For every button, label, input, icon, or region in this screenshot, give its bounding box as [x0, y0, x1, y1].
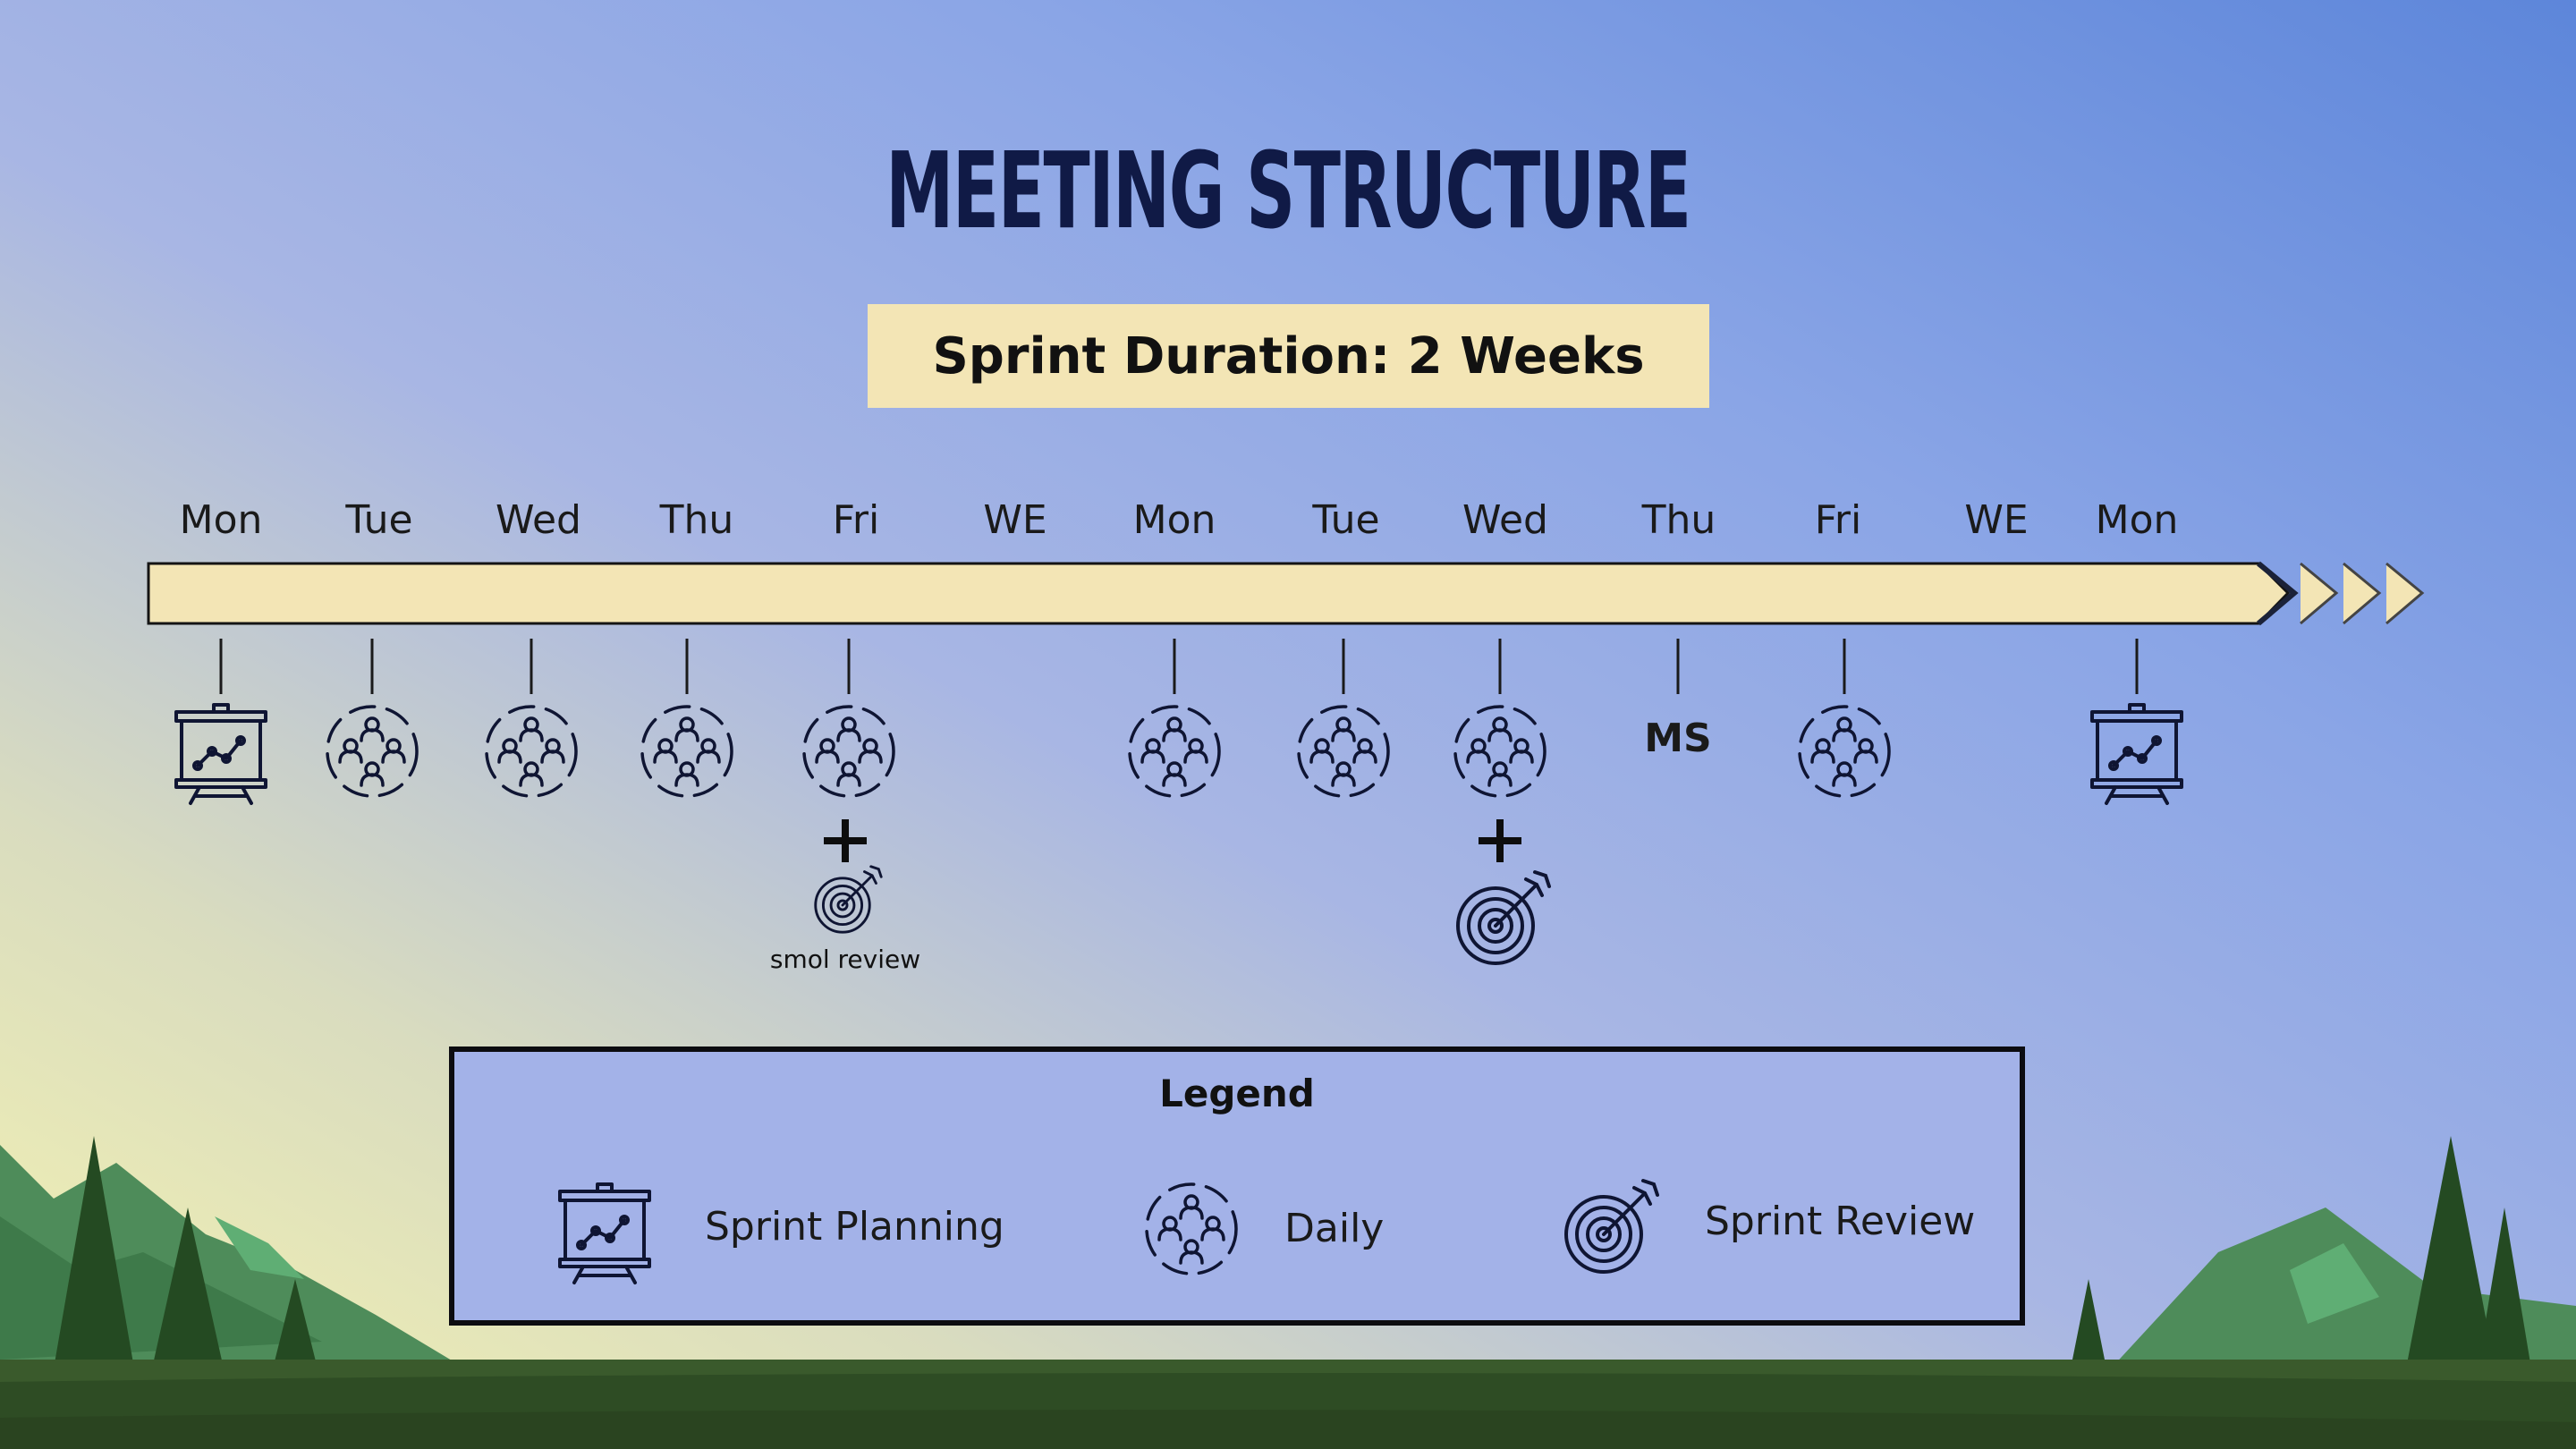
day-label: Mon	[1132, 497, 1216, 543]
day-label: Tue	[1312, 497, 1380, 543]
day-label: Wed	[1462, 497, 1548, 543]
day-label: Fri	[1814, 497, 1862, 543]
day-label: Fri	[832, 497, 880, 543]
day-label: Mon	[179, 497, 263, 543]
day-label: Mon	[2095, 497, 2179, 543]
day-label: Thu	[1641, 497, 1716, 543]
legend-sprint-review-label: Sprint Review	[1705, 1199, 1976, 1244]
sprint-duration-text: Sprint Duration: 2 Weeks	[932, 326, 1645, 386]
day-label: Wed	[496, 497, 581, 543]
legend-box: Legend Sprint Planning Daily Sprint Revi…	[449, 1046, 2025, 1326]
daily-icon	[1140, 1177, 1243, 1281]
ms-marker: MS	[1644, 716, 1712, 761]
page-title: MEETING STRUCTURE	[886, 129, 1691, 252]
day-label: Tue	[345, 497, 413, 543]
legend-sprint-planning-label: Sprint Planning	[705, 1204, 1004, 1250]
day-label: WE	[983, 497, 1047, 543]
legend-daily-label: Daily	[1284, 1206, 1385, 1251]
sprint-planning-icon	[558, 1182, 651, 1284]
sprint-duration-banner: Sprint Duration: 2 Weeks	[868, 304, 1709, 408]
smol-review-label: smol review	[769, 945, 921, 974]
sprint-review-icon	[1564, 1179, 1659, 1274]
legend-title: Legend	[1159, 1072, 1315, 1115]
day-label: Thu	[659, 497, 734, 543]
